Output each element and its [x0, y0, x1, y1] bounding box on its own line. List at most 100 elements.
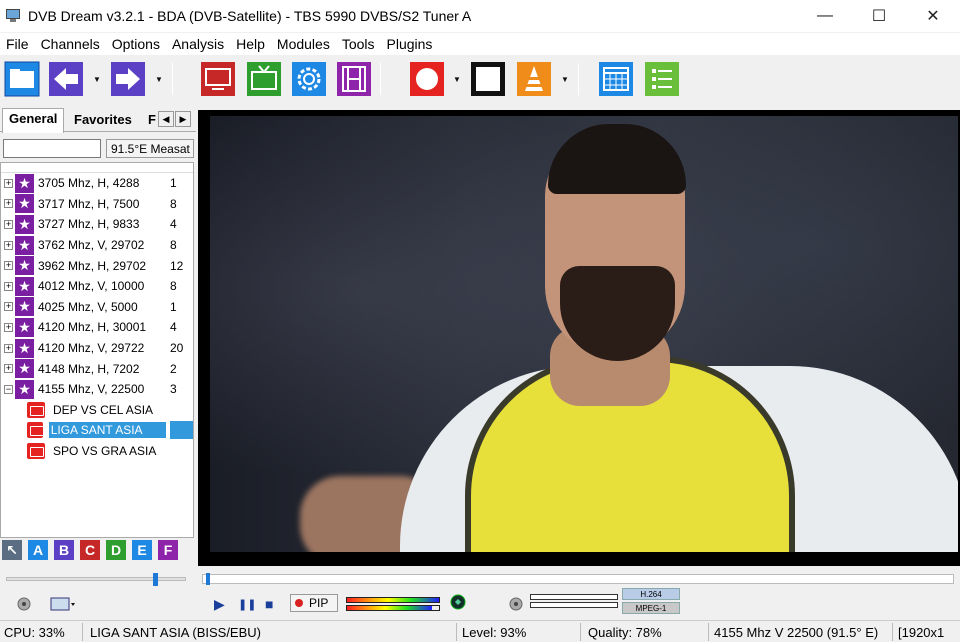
film-icon[interactable]	[336, 61, 372, 97]
screen-size-icon[interactable]	[50, 596, 76, 615]
title-bar: DVB Dream v3.2.1 - BDA (DVB-Satellite) -…	[0, 0, 960, 32]
minimize-button[interactable]: —	[802, 0, 848, 32]
volume-slider[interactable]	[6, 577, 186, 581]
settings-gear-icon[interactable]	[291, 61, 327, 97]
expand-icon[interactable]: +	[4, 261, 13, 271]
transponder-star-icon: ★	[15, 297, 34, 317]
transponder-channel-count: 3	[170, 382, 177, 397]
transponder-row[interactable]: + ★ 4148 Mhz, H, 7202 2	[1, 358, 193, 379]
expand-icon[interactable]: +	[4, 343, 13, 353]
cpu-status: CPU: 33%	[4, 625, 65, 640]
expand-icon[interactable]: +	[4, 240, 13, 250]
position-slider-thumb[interactable]	[206, 573, 210, 585]
tab-favorites[interactable]: Favorites	[68, 110, 138, 132]
transponder-star-icon: ★	[15, 173, 34, 193]
expand-icon[interactable]: +	[4, 364, 13, 374]
audio-level-bar-bottom	[530, 602, 618, 608]
tree-header	[1, 163, 193, 173]
menu-channels[interactable]: Channels	[37, 36, 104, 52]
maximize-button[interactable]: ☐	[856, 0, 902, 32]
audio-level-bar-top	[530, 594, 618, 600]
calendar-icon[interactable]	[598, 61, 634, 97]
back-dropdown-icon[interactable]: ▼	[92, 75, 102, 85]
transponder-star-icon: ★	[15, 379, 34, 399]
pause-button[interactable]: ❚❚	[238, 598, 256, 611]
group-button-f[interactable]: F	[158, 540, 178, 560]
forward-arrow-icon[interactable]	[110, 61, 146, 97]
position-slider[interactable]	[202, 574, 954, 584]
status-separator	[82, 623, 83, 641]
open-folder-icon[interactable]	[4, 61, 40, 97]
menu-plugins[interactable]: Plugins	[383, 36, 437, 52]
channel-tree[interactable]: + ★ 3705 Mhz, H, 4288 1 + ★ 3717 Mhz, H, 7500 8…	[0, 162, 194, 538]
satellite-select[interactable]: 91.5°E Measat	[106, 139, 194, 158]
app-icon	[6, 9, 22, 23]
tv-icon[interactable]	[246, 61, 282, 97]
transponder-row[interactable]: + ★ 3762 Mhz, V, 29702 8	[1, 235, 193, 256]
transponder-row[interactable]: + ★ 3705 Mhz, H, 4288 1	[1, 173, 193, 194]
channel-filter-input[interactable]	[3, 139, 101, 158]
channel-row[interactable]: SPO VS GRA ASIA	[1, 441, 193, 462]
speaker-icon[interactable]	[16, 596, 32, 615]
record-icon[interactable]	[409, 61, 445, 97]
monitor-icon[interactable]	[200, 61, 236, 97]
stop-square-icon[interactable]	[470, 61, 506, 97]
forward-dropdown-icon[interactable]: ▼	[154, 75, 164, 85]
pip-button[interactable]: PIP	[290, 594, 338, 612]
vlc-cone-icon[interactable]	[516, 61, 552, 97]
pip-record-icon	[295, 599, 303, 607]
menu-file[interactable]: File	[2, 36, 33, 52]
group-button-d[interactable]: D	[106, 540, 126, 560]
tab-scroll-right-icon[interactable]: ▶	[175, 111, 191, 127]
transponder-row[interactable]: − ★ 4155 Mhz, V, 22500 3	[1, 379, 193, 400]
expand-icon[interactable]: +	[4, 302, 13, 312]
transponder-row[interactable]: + ★ 3962 Mhz, H, 29702 12	[1, 255, 193, 276]
transponder-row[interactable]: + ★ 4120 Mhz, V, 29722 20	[1, 338, 193, 359]
tv-channel-icon	[27, 422, 44, 439]
expand-icon[interactable]: +	[4, 199, 13, 209]
transponder-label: 3727 Mhz, H, 9833	[38, 217, 140, 232]
menu-help[interactable]: Help	[232, 36, 269, 52]
tab-general[interactable]: General	[2, 108, 65, 133]
expand-icon[interactable]: +	[4, 178, 13, 188]
expand-icon[interactable]: +	[4, 219, 13, 229]
collapse-icon[interactable]: −	[4, 384, 13, 394]
transponder-label: 4012 Mhz, V, 10000	[38, 279, 145, 294]
volume-slider-thumb[interactable]	[153, 573, 158, 586]
pointer-icon[interactable]: ↖	[2, 540, 22, 560]
transponder-row[interactable]: + ★ 4120 Mhz, H, 30001 4	[1, 317, 193, 338]
expand-icon[interactable]: +	[4, 281, 13, 291]
channel-row[interactable]: LIGA SANT ASIA	[1, 420, 193, 441]
transponder-row[interactable]: + ★ 4025 Mhz, V, 5000 1	[1, 297, 193, 318]
vlc-dropdown-icon[interactable]: ▼	[560, 75, 570, 85]
close-button[interactable]: ✕	[910, 0, 956, 32]
audio-icon[interactable]	[508, 596, 524, 615]
transponder-row[interactable]: + ★ 3717 Mhz, H, 7500 8	[1, 194, 193, 215]
list-icon[interactable]	[644, 61, 680, 97]
group-button-a[interactable]: A	[28, 540, 48, 560]
channel-row[interactable]: DEP VS CEL ASIA	[1, 400, 193, 421]
menu-analysis[interactable]: Analysis	[168, 36, 228, 52]
transponder-star-icon: ★	[15, 317, 34, 337]
transponder-channel-count: 12	[170, 258, 184, 273]
transponder-row[interactable]: + ★ 4012 Mhz, V, 10000 8	[1, 276, 193, 297]
record-dropdown-icon[interactable]: ▼	[452, 75, 462, 85]
transponder-label: 4148 Mhz, H, 7202	[38, 361, 140, 376]
back-arrow-icon[interactable]	[48, 61, 84, 97]
menu-options[interactable]: Options	[108, 36, 164, 52]
selection-highlight	[170, 421, 193, 440]
expand-icon[interactable]: +	[4, 322, 13, 332]
menu-modules[interactable]: Modules	[273, 36, 334, 52]
group-button-e[interactable]: E	[132, 540, 152, 560]
transponder-channel-count: 1	[170, 176, 177, 191]
stop-button[interactable]: ■	[265, 596, 273, 612]
signal-quality-meter	[346, 605, 440, 611]
play-button[interactable]: ▶	[214, 596, 225, 613]
video-panel[interactable]	[198, 110, 960, 556]
tv-channel-icon	[27, 401, 45, 418]
group-button-b[interactable]: B	[54, 540, 74, 560]
group-button-c[interactable]: C	[80, 540, 100, 560]
tab-scroll-left-icon[interactable]: ◀	[158, 111, 174, 127]
menu-tools[interactable]: Tools	[338, 36, 379, 52]
transponder-row[interactable]: + ★ 3727 Mhz, H, 9833 4	[1, 214, 193, 235]
